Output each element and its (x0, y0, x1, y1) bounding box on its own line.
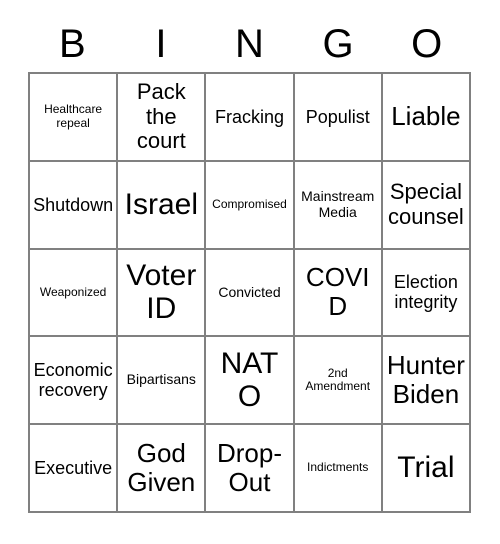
bingo-cell[interactable]: Pack the court (118, 74, 207, 162)
bingo-cell[interactable]: Mainstream Media (294, 161, 383, 250)
bingo-cell[interactable]: 2nd Amendment (294, 337, 383, 426)
bingo-cell[interactable]: Healthcare repeal (30, 74, 119, 162)
bingo-cell[interactable]: Drop-Out (206, 425, 295, 513)
bingo-cell[interactable]: God Given (118, 425, 207, 513)
bingo-cell[interactable]: Trial (382, 425, 472, 513)
bingo-cell[interactable]: Voter ID (118, 249, 207, 338)
bingo-cell[interactable]: COVID (294, 249, 383, 338)
bingo-header-letter-g: G (322, 22, 354, 66)
bingo-cell[interactable]: Special counsel (382, 161, 472, 250)
bingo-cell[interactable]: Israel (118, 161, 207, 250)
bingo-cell[interactable]: Fracking (206, 74, 295, 162)
bingo-cell[interactable]: Liable (382, 74, 472, 162)
bingo-row: Executive God Given Drop-Out Indictments… (30, 425, 472, 513)
bingo-cell[interactable]: Hunter Biden (382, 337, 472, 426)
bingo-card: B I N G O Healthcare repeal Pack the cou… (0, 0, 500, 544)
bingo-row: Shutdown Israel Compromised Mainstream M… (30, 161, 472, 250)
bingo-grid: Healthcare repeal Pack the court Frackin… (28, 72, 472, 513)
bingo-header-letter-i: I (155, 22, 167, 66)
bingo-cell[interactable]: Economic recovery (30, 337, 119, 426)
bingo-cell[interactable]: Indictments (294, 425, 383, 513)
bingo-header-row: B I N G O (28, 16, 471, 72)
bingo-cell[interactable]: Weaponized (30, 249, 119, 338)
bingo-header-letter-n: N (235, 22, 264, 66)
bingo-cell[interactable]: Shutdown (30, 161, 119, 250)
bingo-header-letter-b: B (58, 22, 86, 66)
bingo-cell[interactable]: Executive (30, 425, 119, 513)
bingo-cell[interactable]: Populist (294, 74, 383, 162)
bingo-header-letter-o: O (411, 22, 443, 66)
bingo-cell[interactable]: Bipartisans (118, 337, 207, 426)
bingo-cell[interactable]: Election integrity (382, 249, 472, 338)
bingo-cell[interactable]: Compromised (206, 161, 295, 250)
bingo-row: Weaponized Voter ID Convicted COVID Elec… (30, 249, 472, 338)
bingo-cell[interactable]: Convicted (206, 249, 295, 338)
bingo-row: Healthcare repeal Pack the court Frackin… (30, 74, 472, 162)
bingo-cell[interactable]: NATO (206, 337, 295, 426)
bingo-row: Economic recovery Bipartisans NATO 2nd A… (30, 337, 472, 426)
